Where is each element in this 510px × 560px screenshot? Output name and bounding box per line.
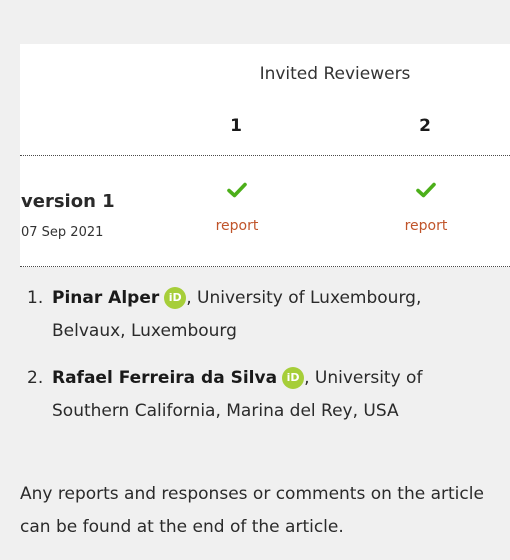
check-icon [227,182,247,198]
report-link-reviewer-2[interactable]: report [394,218,458,234]
reviewer-name: Rafael Ferreira da Silva [52,368,278,388]
list-item-number: 1. [27,288,44,308]
reviewer-list: 1. Pinar Alper iD, University of Luxembou… [27,282,497,442]
version-label: version 1 [21,191,115,212]
reviewer-name: Pinar Alper [52,288,160,308]
table-divider-top [20,155,510,156]
reports-footer-note: Any reports and responses or comments on… [20,484,484,537]
reviewer-column-1: 1 [230,116,242,136]
list-item-number: 2. [27,368,44,388]
invited-reviewers-header: Invited Reviewers [259,64,411,84]
list-item: 2. Rafael Ferreira da Silva iD, Universit… [27,362,497,428]
report-link-reviewer-1[interactable]: report [205,218,269,234]
table-divider-bottom [20,266,510,267]
check-icon [416,182,436,198]
reviewer-status-panel: Invited Reviewers 1 2 version 1 07 Sep 2… [0,0,510,560]
reviewer-column-2: 2 [419,116,431,136]
version-date: 07 Sep 2021 [21,225,104,240]
list-item: 1. Pinar Alper iD, University of Luxembou… [27,282,497,348]
orcid-icon[interactable]: iD [282,367,305,389]
orcid-icon[interactable]: iD [164,287,187,309]
